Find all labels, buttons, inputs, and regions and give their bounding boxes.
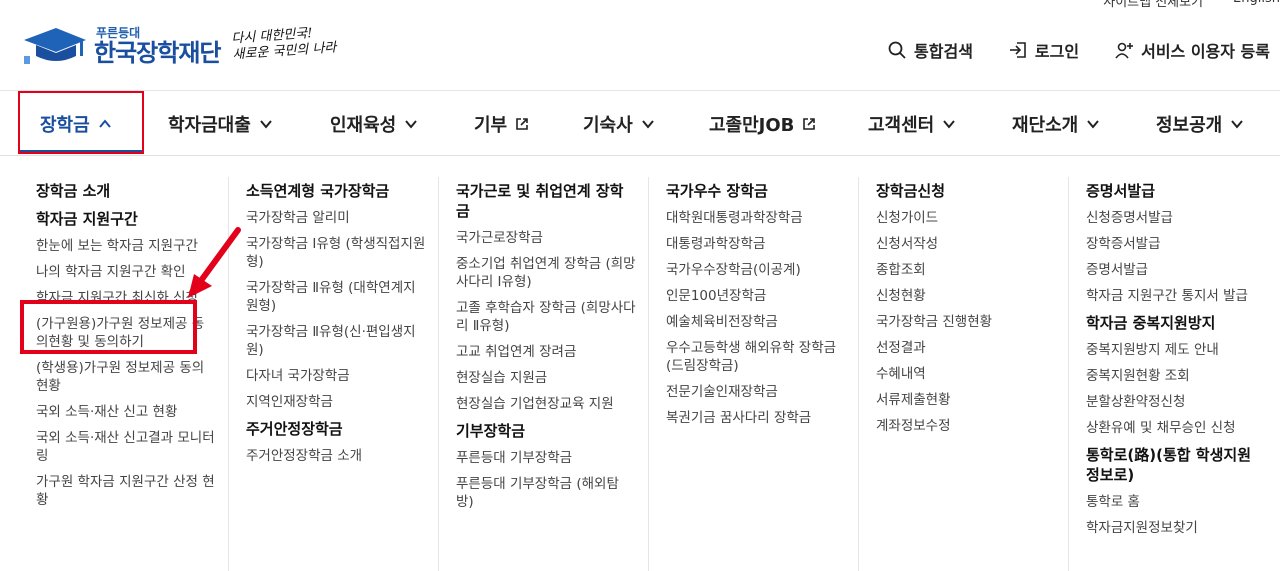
menu-item[interactable]: 대학원대통령과학장학금 xyxy=(666,209,846,227)
menu-item[interactable]: 신청증명서발급 xyxy=(1086,209,1266,227)
menu-item[interactable]: 통학로 홈 xyxy=(1086,493,1266,511)
menu-item[interactable]: 분할상환약정신청 xyxy=(1086,393,1266,411)
annotation-box-nav xyxy=(18,91,144,154)
nav-about[interactable]: 재단소개 xyxy=(1012,91,1100,157)
menu-item[interactable]: 국외 소득·재산 신고결과 모니터링 xyxy=(36,429,216,465)
search-button[interactable]: 통합검색 xyxy=(888,38,973,62)
menu-item[interactable]: 선정결과 xyxy=(876,339,1056,357)
chevron-down-icon xyxy=(943,120,956,129)
login-button[interactable]: 로그인 xyxy=(1009,38,1079,62)
menu-item[interactable]: 고교 취업연계 장려금 xyxy=(456,343,636,361)
menu-item[interactable]: 중소기업 취업연계 장학금 (희망사다리 Ⅰ유형) xyxy=(456,255,636,291)
menu-item[interactable]: 수혜내역 xyxy=(876,365,1056,383)
graduation-cap-icon xyxy=(22,26,88,66)
nav-talent[interactable]: 인재육성 xyxy=(330,91,418,157)
menu-item[interactable]: 국가근로장학금 xyxy=(456,229,636,247)
menu-item[interactable]: 장학증서발급 xyxy=(1086,235,1266,253)
slogan: 다시 대한민국! 새로운 국민의 나라 xyxy=(231,26,337,63)
menu-column-apply: 장학금신청 신청가이드 신청서작성 종합조회 신청현황 국가장학금 진행현황 선… xyxy=(876,181,1056,443)
menu-item[interactable]: 전문기술인재장학금 xyxy=(666,383,846,401)
user-add-icon xyxy=(1115,42,1134,59)
menu-item[interactable]: 신청서작성 xyxy=(876,235,1056,253)
menu-item[interactable]: 다자녀 국가장학금 xyxy=(246,367,426,385)
annotation-box-menu-item xyxy=(20,300,197,354)
logo-name: 한국장학재단 xyxy=(94,39,221,67)
menu-item[interactable]: 현장실습 기업현장교육 지원 xyxy=(456,395,636,413)
search-icon xyxy=(888,41,906,59)
menu-item[interactable]: 학자금지원정보찾기 xyxy=(1086,519,1266,537)
menu-item[interactable]: 지역인재장학금 xyxy=(246,393,426,411)
menu-item[interactable]: 주거안정장학금 소개 xyxy=(246,447,426,465)
menu-item[interactable]: 국가우수장학금(이공계) xyxy=(666,261,846,279)
menu-column-national: 소득연계형 국가장학금 국가장학금 알리미 국가장학금 Ⅰ유형 (학생직접지원형… xyxy=(246,181,426,473)
menu-column-certificate: 증명서발급 신청증명서발급 장학증서발급 증명서발급 학자금 지원구간 통지서 … xyxy=(1086,181,1266,545)
menu-category[interactable]: 통학로(路)(통합 학생지원 정보로) xyxy=(1086,445,1266,485)
mega-menu: 장학금 소개 학자금 지원구간 한눈에 보는 학자금 지원구간 나의 학자금 지… xyxy=(18,157,1280,571)
menu-item[interactable]: 계좌정보수정 xyxy=(876,417,1056,435)
menu-item[interactable]: 증명서발급 xyxy=(1086,261,1266,279)
menu-item[interactable]: 국외 소득·재산 신고 현황 xyxy=(36,403,216,421)
nav-dormitory[interactable]: 기숙사 xyxy=(583,91,655,157)
menu-item[interactable]: 국가장학금 진행현황 xyxy=(876,313,1056,331)
main-navigation: 장학금 학자금대출 인재육성 기부 기숙사 고졸만JOB 고객센터 재단소개 정… xyxy=(0,90,1280,156)
menu-category[interactable]: 증명서발급 xyxy=(1086,181,1266,201)
menu-item[interactable]: 푸른등대 기부장학금 (해외탐방) xyxy=(456,475,636,511)
logo-tagline: 푸른등대 xyxy=(96,26,141,40)
menu-item[interactable]: 가구원 학자금 지원구간 산정 현황 xyxy=(36,473,216,509)
external-link-icon xyxy=(516,118,528,130)
header-links: 통합검색 로그인 서비스 이용자 등록 xyxy=(888,38,1270,62)
chevron-down-icon xyxy=(641,120,654,129)
menu-category[interactable]: 국가근로 및 취업연계 장학금 xyxy=(456,181,636,221)
site-header: 푸른등대 한국장학재단 다시 대한민국! 새로운 국민의 나라 통합검색 로그인… xyxy=(0,0,1280,90)
chevron-down-icon xyxy=(1087,120,1100,129)
login-icon xyxy=(1009,42,1026,58)
chevron-down-icon xyxy=(405,120,418,129)
menu-column-excellence: 국가우수 장학금 대학원대통령과학장학금 대통령과학장학금 국가우수장학금(이공… xyxy=(666,181,846,435)
menu-category[interactable]: 장학금신청 xyxy=(876,181,1056,201)
menu-category[interactable]: 학자금 중복지원방지 xyxy=(1086,313,1266,333)
menu-category[interactable]: 주거안정장학금 xyxy=(246,419,426,439)
menu-item[interactable]: 고졸 후학습자 장학금 (희망사다리 Ⅱ유형) xyxy=(456,299,636,335)
menu-item[interactable]: 중복지원방지 제도 안내 xyxy=(1086,341,1266,359)
menu-item[interactable]: 현장실습 지원금 xyxy=(456,369,636,387)
chevron-down-icon xyxy=(260,120,272,129)
menu-item[interactable]: 국가장학금 Ⅱ유형(신·편입생지원) xyxy=(246,323,426,359)
menu-category[interactable]: 국가우수 장학금 xyxy=(666,181,846,201)
user-register-button[interactable]: 서비스 이용자 등록 xyxy=(1115,38,1270,62)
menu-category[interactable]: 기부장학금 xyxy=(456,421,636,441)
menu-item[interactable]: 국가장학금 알리미 xyxy=(246,209,426,227)
nav-student-loan[interactable]: 학자금대출 xyxy=(168,91,273,157)
menu-item[interactable]: 신청현황 xyxy=(876,287,1056,305)
menu-item[interactable]: 서류제출현황 xyxy=(876,391,1056,409)
menu-item[interactable]: 복권기금 꿈사다리 장학금 xyxy=(666,409,846,427)
nav-customer-center[interactable]: 고객센터 xyxy=(868,91,956,157)
nav-donation[interactable]: 기부 xyxy=(474,91,529,157)
menu-item[interactable]: 우수고등학생 해외유학 장학금(드림장학금) xyxy=(666,339,846,375)
menu-item[interactable]: 예술체육비전장학금 xyxy=(666,313,846,331)
menu-item[interactable]: 국가장학금 Ⅱ유형 (대학연계지원형) xyxy=(246,279,426,315)
menu-column-work: 국가근로 및 취업연계 장학금 국가근로장학금 중소기업 취업연계 장학금 (희… xyxy=(456,181,636,519)
menu-item[interactable]: 인문100년장학금 xyxy=(666,287,846,305)
menu-item[interactable]: 중복지원현황 조회 xyxy=(1086,367,1266,385)
nav-job[interactable]: 고졸만JOB xyxy=(709,91,816,157)
chevron-down-icon xyxy=(1231,120,1244,129)
menu-category[interactable]: 소득연계형 국가장학금 xyxy=(246,181,426,201)
menu-category[interactable]: 장학금 소개 xyxy=(36,181,216,201)
menu-item[interactable]: 신청가이드 xyxy=(876,209,1056,227)
menu-item[interactable]: 학자금 지원구간 통지서 발급 xyxy=(1086,287,1266,305)
menu-item[interactable]: 푸른등대 기부장학금 xyxy=(456,449,636,467)
nav-disclosure[interactable]: 정보공개 xyxy=(1156,91,1244,157)
menu-item[interactable]: 종합조회 xyxy=(876,261,1056,279)
site-logo[interactable]: 푸른등대 한국장학재단 xyxy=(22,26,221,67)
menu-item[interactable]: 국가장학금 Ⅰ유형 (학생직접지원형) xyxy=(246,235,426,271)
annotation-arrow-icon xyxy=(188,227,241,298)
menu-item[interactable]: 대통령과학장학금 xyxy=(666,235,846,253)
menu-item[interactable]: 상환유예 및 채무승인 신청 xyxy=(1086,419,1266,437)
external-link-icon xyxy=(803,118,816,130)
menu-item[interactable]: (학생용)가구원 정보제공 동의현황 xyxy=(36,359,216,395)
